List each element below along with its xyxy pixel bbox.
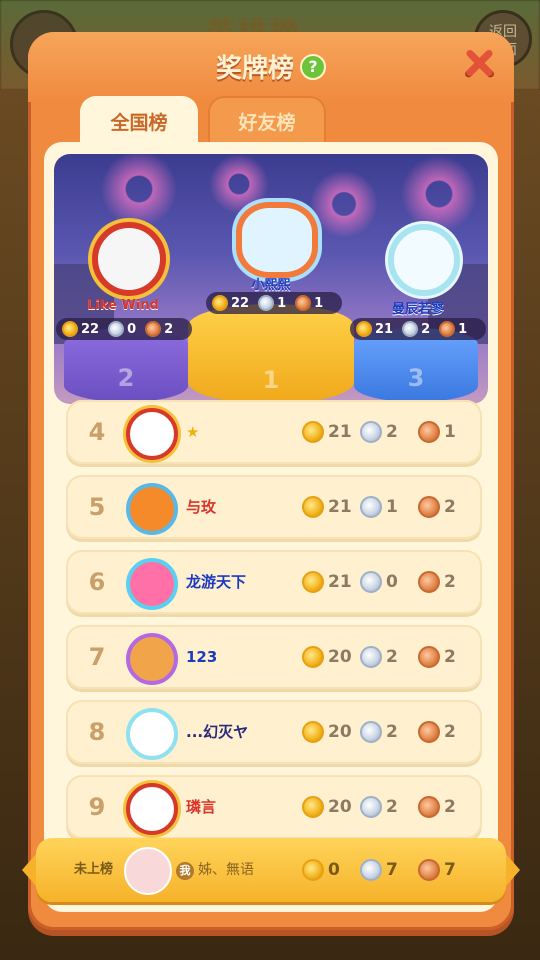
tab-national[interactable]: 全国榜 <box>80 96 198 146</box>
rank-number: 8 <box>88 718 106 746</box>
bronze-medal-icon <box>418 571 440 593</box>
bronze-medal-icon <box>145 321 162 337</box>
player-name: ...幻灭ヤ <box>186 723 249 741</box>
tab-friends[interactable]: 好友榜 <box>208 96 326 146</box>
rank-number: 7 <box>88 643 106 671</box>
panel-title: 奖牌榜 <box>215 54 294 84</box>
gold-medal-icon <box>356 321 372 337</box>
panel-title-row: 奖牌榜 ? <box>28 48 514 85</box>
podium-name-3: 曼辰若寥 <box>391 302 444 317</box>
silver-medal-icon <box>402 321 419 337</box>
silver-medal-icon <box>360 421 382 443</box>
podium-medals-3: 21 2 1 <box>350 318 486 340</box>
silver-medal-icon <box>258 295 275 311</box>
medal-counts: 20 2 2 <box>302 796 476 818</box>
ranking-row-6[interactable]: 6 龙游天下 21 0 2 <box>66 550 482 614</box>
rank-number: 5 <box>88 493 106 521</box>
player-avatar <box>126 483 178 535</box>
gold-medal-icon <box>302 571 324 593</box>
silver-medal-icon <box>360 796 382 818</box>
ranking-row-4[interactable]: 4 ★ 21 2 1 <box>66 400 482 464</box>
player-name: 与玫 <box>186 498 217 516</box>
silver-medal-icon <box>360 859 382 881</box>
player-avatar <box>126 708 178 760</box>
me-badge: 我 <box>176 862 194 880</box>
bronze-medal-icon <box>418 646 440 668</box>
help-icon[interactable]: ? <box>300 53 326 80</box>
bronze-medal-icon <box>418 859 440 881</box>
bronze-medal-icon <box>418 796 440 818</box>
player-name: 璘言 <box>186 798 217 816</box>
my-rank-bar[interactable]: 未上榜 我 姊、無语 0 7 7 <box>22 838 520 902</box>
bronze-medal-icon <box>418 721 440 743</box>
my-rank-label: 未上榜 <box>74 862 114 877</box>
medal-counts: 21 2 1 <box>302 421 476 443</box>
medal-counts: 21 1 2 <box>302 496 476 518</box>
gold-medal-icon <box>302 721 324 743</box>
rank-number: 4 <box>88 418 106 446</box>
rank-number: 9 <box>88 793 106 821</box>
podium-medals-2: 22 0 2 <box>56 318 192 340</box>
podium-avatar-1[interactable] <box>236 202 318 278</box>
medal-counts: 21 0 2 <box>302 571 476 593</box>
podium-name-2: Like Wind <box>87 298 159 313</box>
rank-number: 6 <box>88 568 106 596</box>
gold-medal-icon <box>302 646 324 668</box>
ranking-row-5[interactable]: 5 与玫 21 1 2 <box>66 475 482 539</box>
podium-avatar-2[interactable] <box>92 222 166 296</box>
firework-decoration <box>394 154 484 239</box>
silver-medal-icon <box>108 321 125 337</box>
silver-medal-icon <box>360 571 382 593</box>
ranking-row-9[interactable]: 9 璘言 20 2 2 <box>66 775 482 839</box>
ranking-row-8[interactable]: 8 ...幻灭ヤ 20 2 2 <box>66 700 482 764</box>
player-name: 123 <box>186 648 218 666</box>
player-avatar <box>126 783 178 835</box>
player-avatar <box>126 408 178 460</box>
ranking-row-7[interactable]: 7 123 20 2 2 <box>66 625 482 689</box>
firework-decoration <box>94 154 184 234</box>
gold-medal-icon <box>62 321 78 337</box>
gold-medal-icon <box>302 421 324 443</box>
podium-name-1: 小熙熙 <box>251 278 291 293</box>
gold-medal-icon <box>302 859 324 881</box>
player-name: ★ <box>186 423 200 441</box>
podium-medals-1: 22 1 1 <box>206 292 342 314</box>
silver-medal-icon <box>360 646 382 668</box>
silver-medal-icon <box>360 496 382 518</box>
bronze-medal-icon <box>418 496 440 518</box>
silver-medal-icon <box>360 721 382 743</box>
podium-area: 2 1 3 Like Wind 22 0 2 小熙熙 22 1 1 曼辰若寥 2… <box>54 154 488 404</box>
podium-avatar-3[interactable] <box>388 224 460 296</box>
bronze-medal-icon <box>439 321 456 337</box>
medal-counts: 20 2 2 <box>302 721 476 743</box>
podium-pillar-1: 1 <box>188 304 354 404</box>
medal-counts: 20 2 2 <box>302 646 476 668</box>
gold-medal-icon <box>302 496 324 518</box>
player-name: 龙游天下 <box>186 573 247 591</box>
my-name: 姊、無语 <box>198 862 254 878</box>
player-avatar <box>126 558 178 610</box>
my-avatar <box>124 847 172 895</box>
player-avatar <box>126 633 178 685</box>
bronze-medal-icon <box>295 295 312 311</box>
close-icon[interactable] <box>464 48 494 78</box>
gold-medal-icon <box>212 295 228 311</box>
my-medal-counts: 0 7 7 <box>302 859 476 881</box>
bronze-medal-icon <box>418 421 440 443</box>
gold-medal-icon <box>302 796 324 818</box>
